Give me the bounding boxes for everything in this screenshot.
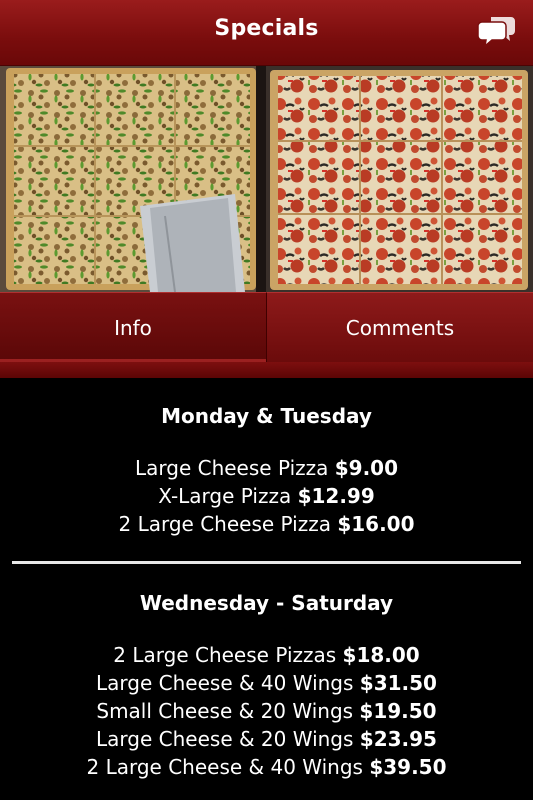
item-name: Large Cheese & 20 Wings	[96, 727, 354, 751]
list-item: Large Cheese & 20 Wings $23.95	[0, 725, 533, 753]
chat-icon[interactable]	[477, 13, 517, 49]
item-price: $12.99	[297, 484, 375, 508]
item-price: $39.50	[369, 755, 447, 779]
list-item: 2 Large Cheese & 40 Wings $39.50	[0, 753, 533, 781]
item-price: $18.00	[342, 643, 420, 667]
section-divider	[12, 561, 521, 564]
item-name: Large Cheese Pizza	[134, 456, 329, 480]
item-price: $31.50	[359, 671, 437, 695]
item-name: 2 Large Cheese Pizza	[118, 512, 331, 536]
section-title-wed-sat: Wednesday - Saturday	[139, 591, 394, 615]
page-title: Specials	[214, 16, 319, 41]
section-items-wed-sat: 2 Large Cheese Pizzas $18.00 Large Chees…	[0, 641, 533, 781]
item-price: $23.95	[359, 727, 437, 751]
list-item: Small Cheese & 20 Wings $19.50	[0, 697, 533, 725]
item-name: Large Cheese & 40 Wings	[96, 671, 354, 695]
section-title-mon-tue: Monday & Tuesday	[161, 404, 372, 428]
app-header: Specials	[0, 0, 533, 66]
list-item: X-Large Pizza $12.99	[0, 482, 533, 510]
item-price: $19.50	[359, 699, 437, 723]
item-name: X-Large Pizza	[158, 484, 292, 508]
section-items-mon-tue: Large Cheese Pizza $9.00 X-Large Pizza $…	[0, 454, 533, 538]
list-item: Large Cheese Pizza $9.00	[0, 454, 533, 482]
pizza-photo	[0, 66, 533, 292]
tab-comments[interactable]: Comments	[267, 292, 533, 362]
list-item: Large Cheese & 40 Wings $31.50	[0, 669, 533, 697]
item-name: Small Cheese & 20 Wings	[96, 699, 354, 723]
list-item: 2 Large Cheese Pizza $16.00	[0, 510, 533, 538]
specials-content: Monday & Tuesday Large Cheese Pizza $9.0…	[0, 378, 533, 800]
tab-info[interactable]: Info	[0, 292, 267, 362]
item-price: $9.00	[334, 456, 398, 480]
tab-underline	[0, 362, 533, 378]
item-name: 2 Large Cheese & 40 Wings	[86, 755, 363, 779]
tab-bar: Info Comments	[0, 292, 533, 362]
item-price: $16.00	[337, 512, 415, 536]
list-item: 2 Large Cheese Pizzas $18.00	[0, 641, 533, 669]
item-name: 2 Large Cheese Pizzas	[113, 643, 337, 667]
